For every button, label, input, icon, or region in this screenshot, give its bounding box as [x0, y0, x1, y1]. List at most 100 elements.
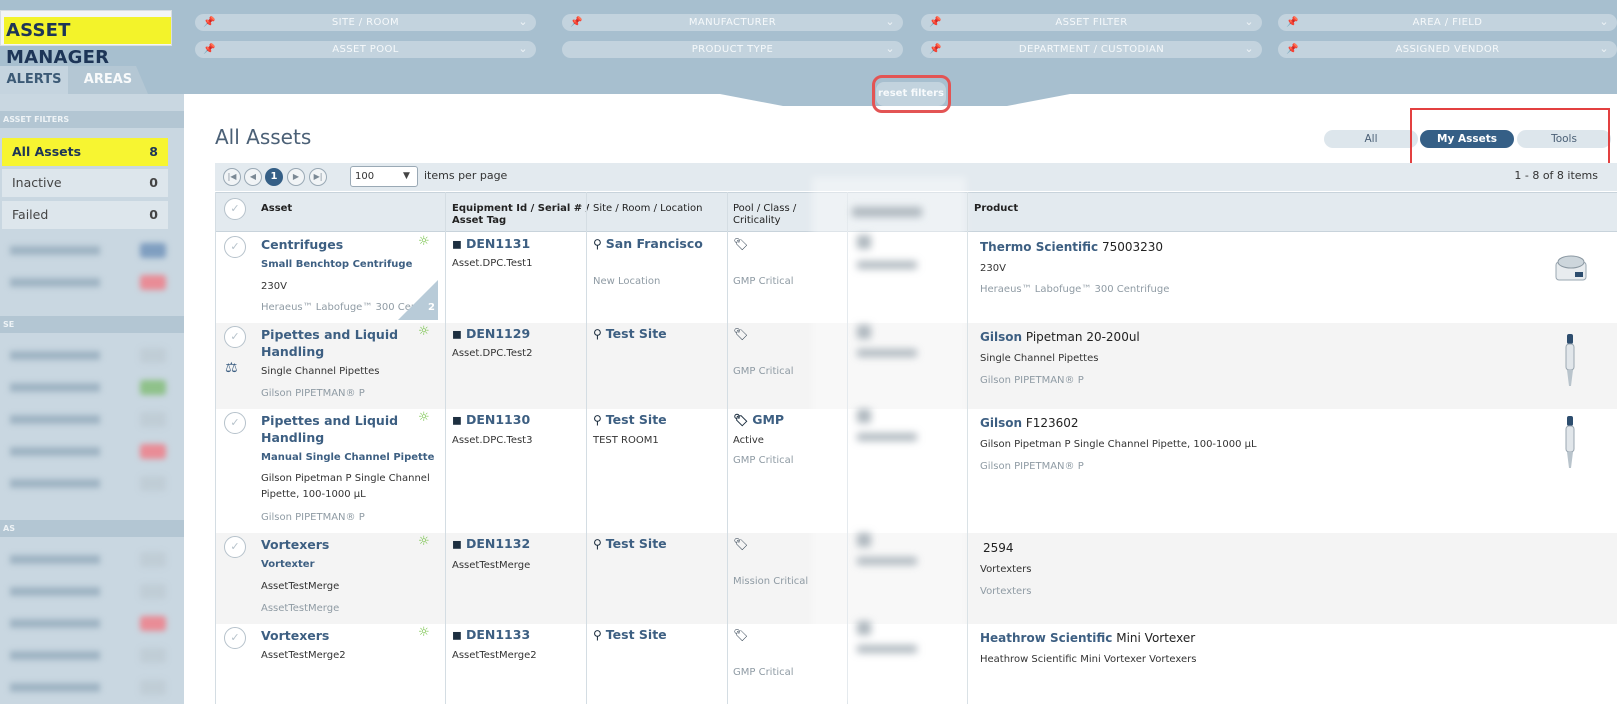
pin-icon[interactable]: 📌	[203, 41, 216, 58]
location-pin-icon: ⚲	[593, 237, 602, 251]
cube-icon: ◼	[452, 327, 462, 341]
pool-link[interactable]: 🏷 GMP	[733, 412, 784, 427]
filter-area-field[interactable]: 📌 AREA / FIELD ⌄	[1278, 14, 1617, 31]
site-link[interactable]: ⚲ San Francisco	[593, 236, 703, 251]
blurred-sidebar-item[interactable]	[10, 616, 168, 631]
filter-asset-pool[interactable]: 📌 ASSET POOL ⌄	[195, 41, 536, 58]
room-text: TEST ROOM1	[593, 435, 659, 446]
product-name[interactable]: 2594	[983, 541, 1014, 555]
filter-department[interactable]: 📌 DEPARTMENT / CUSTODIAN ⌄	[921, 41, 1262, 58]
equipment-id-link[interactable]: ◼ DEN1130	[452, 412, 530, 427]
blurred-sidebar-item[interactable]	[10, 412, 168, 427]
lightbulb-icon[interactable]: ☼	[418, 534, 430, 549]
lightbulb-icon[interactable]: ☼	[418, 410, 430, 425]
sidebar-section-title: ASSET FILTERS	[0, 111, 184, 128]
column-equipment[interactable]: Equipment Id / Serial # / Asset Tag	[452, 203, 589, 227]
lightbulb-icon[interactable]: ☼	[418, 324, 430, 339]
column-product[interactable]: Product	[974, 203, 1018, 215]
lightbulb-icon[interactable]: ☼	[418, 234, 430, 249]
asset-model: Gilson PIPETMAN® P	[261, 388, 365, 399]
asset-name-link[interactable]: Pipettes and Liquid Handling	[261, 326, 398, 360]
row-checkbox[interactable]: ✓	[224, 536, 246, 558]
equipment-id-link[interactable]: ◼ DEN1132	[452, 536, 530, 551]
blurred-sidebar-item[interactable]	[10, 680, 168, 695]
reset-filters-button[interactable]: reset filters	[876, 82, 946, 106]
chevron-down-icon: ⌄	[885, 15, 895, 28]
blurred-sidebar-item[interactable]	[10, 648, 168, 663]
site-link[interactable]: ⚲ Test Site	[593, 326, 667, 341]
select-all-checkbox[interactable]: ✓	[224, 198, 246, 220]
asset-name-link[interactable]: Vortexers	[261, 536, 329, 553]
asset-description: Gilson Pipetman P Single Channel Pipette,…	[261, 473, 430, 500]
site-link[interactable]: ⚲ Test Site	[593, 536, 667, 551]
filter-site-room[interactable]: 📌 SITE / ROOM ⌄	[195, 14, 536, 31]
row-checkbox[interactable]: ✓	[224, 236, 246, 258]
items-per-page-label: items per page	[424, 169, 508, 182]
product-description: Single Channel Pipettes	[980, 353, 1099, 364]
chevron-down-icon[interactable]: ▼	[403, 166, 410, 187]
product-name[interactable]: Gilson F123602	[980, 416, 1079, 430]
pin-icon[interactable]: 📌	[929, 14, 942, 31]
asset-name-link[interactable]: Vortexers	[261, 627, 329, 644]
filter-manufacturer[interactable]: 📌 MANUFACTURER ⌄	[562, 14, 903, 31]
chevron-down-icon: ⌄	[518, 15, 528, 28]
pin-icon[interactable]: 📌	[203, 14, 216, 31]
site-link[interactable]: ⚲ Test Site	[593, 412, 667, 427]
last-page-button[interactable]: ▶|	[309, 168, 327, 186]
asset-tag: Asset.DPC.Test2	[452, 348, 533, 359]
blurred-sidebar-item[interactable]	[10, 348, 168, 363]
blurred-sidebar-item[interactable]	[10, 275, 168, 290]
tab-areas[interactable]: AREAS	[68, 66, 148, 94]
tag-icon: 🏷	[733, 237, 749, 251]
column-asset[interactable]: Asset	[261, 203, 292, 215]
blurred-sidebar-item[interactable]	[10, 476, 168, 491]
pin-icon[interactable]: 📌	[570, 14, 583, 31]
product-name[interactable]: Heathrow Scientific Mini Vortexer	[980, 631, 1195, 645]
row-checkbox[interactable]: ✓	[224, 412, 246, 434]
product-name[interactable]: Gilson Pipetman 20-200ul	[980, 330, 1140, 344]
pin-icon[interactable]: 📌	[1286, 41, 1299, 58]
equipment-id-link[interactable]: ◼ DEN1133	[452, 627, 530, 642]
blurred-sidebar-item[interactable]	[10, 552, 168, 567]
blurred-sidebar-item[interactable]	[10, 444, 168, 459]
prev-page-button[interactable]: ◀	[244, 168, 262, 186]
chevron-down-icon: ⌄	[885, 42, 895, 55]
blurred-sidebar-item[interactable]	[10, 380, 168, 395]
sidebar-item-all-assets[interactable]: All Assets 8	[2, 138, 168, 166]
next-page-button[interactable]: ▶	[287, 168, 305, 186]
site-link[interactable]: ⚲ Test Site	[593, 627, 667, 642]
scale-icon[interactable]: ⚖	[225, 360, 238, 376]
equipment-id-link[interactable]: ◼ DEN1131	[452, 236, 530, 251]
asset-description: AssetTestMerge	[261, 581, 340, 592]
cube-icon: ◼	[452, 628, 462, 642]
sidebar-item-inactive[interactable]: Inactive 0	[2, 169, 168, 197]
product-name[interactable]: Thermo Scientific 75003230	[980, 240, 1163, 254]
asset-name-link[interactable]: Centrifuges	[261, 236, 343, 253]
filter-assigned-vendor[interactable]: 📌 ASSIGNED VENDOR ⌄	[1278, 41, 1617, 58]
row-checkbox[interactable]: ✓	[224, 326, 246, 348]
criticality: GMP Critical	[733, 276, 794, 287]
related-count: 2	[428, 302, 435, 313]
current-page-button[interactable]: 1	[265, 168, 283, 186]
segment-all[interactable]: All	[1324, 130, 1418, 148]
tab-alerts[interactable]: ALERTS	[0, 66, 68, 94]
equipment-id-link[interactable]: ◼ DEN1129	[452, 326, 530, 341]
sidebar-item-failed[interactable]: Failed 0	[2, 201, 168, 229]
filter-product-type[interactable]: PRODUCT TYPE ⌄	[562, 41, 903, 58]
blurred-sidebar-item[interactable]	[10, 584, 168, 599]
chevron-down-icon: ⌄	[518, 42, 528, 55]
asset-type: Single Channel Pipettes	[261, 366, 380, 377]
column-site[interactable]: Site / Room / Location	[593, 203, 702, 215]
asset-tag: AssetTestMerge	[452, 560, 531, 571]
asset-name-link[interactable]: Pipettes and Liquid Handling	[261, 412, 398, 446]
pin-icon[interactable]: 📌	[929, 41, 942, 58]
lightbulb-icon[interactable]: ☼	[418, 625, 430, 640]
row-checkbox[interactable]: ✓	[224, 627, 246, 649]
filter-asset[interactable]: 📌 ASSET FILTER ⌄	[921, 14, 1262, 31]
column-pool[interactable]: Pool / Class / Criticality	[733, 203, 796, 227]
pool-status: Active	[733, 435, 764, 446]
first-page-button[interactable]: |◀	[223, 168, 241, 186]
blurred-sidebar-item[interactable]	[10, 243, 168, 258]
criticality: Mission Critical	[733, 576, 809, 587]
pin-icon[interactable]: 📌	[1286, 14, 1299, 31]
